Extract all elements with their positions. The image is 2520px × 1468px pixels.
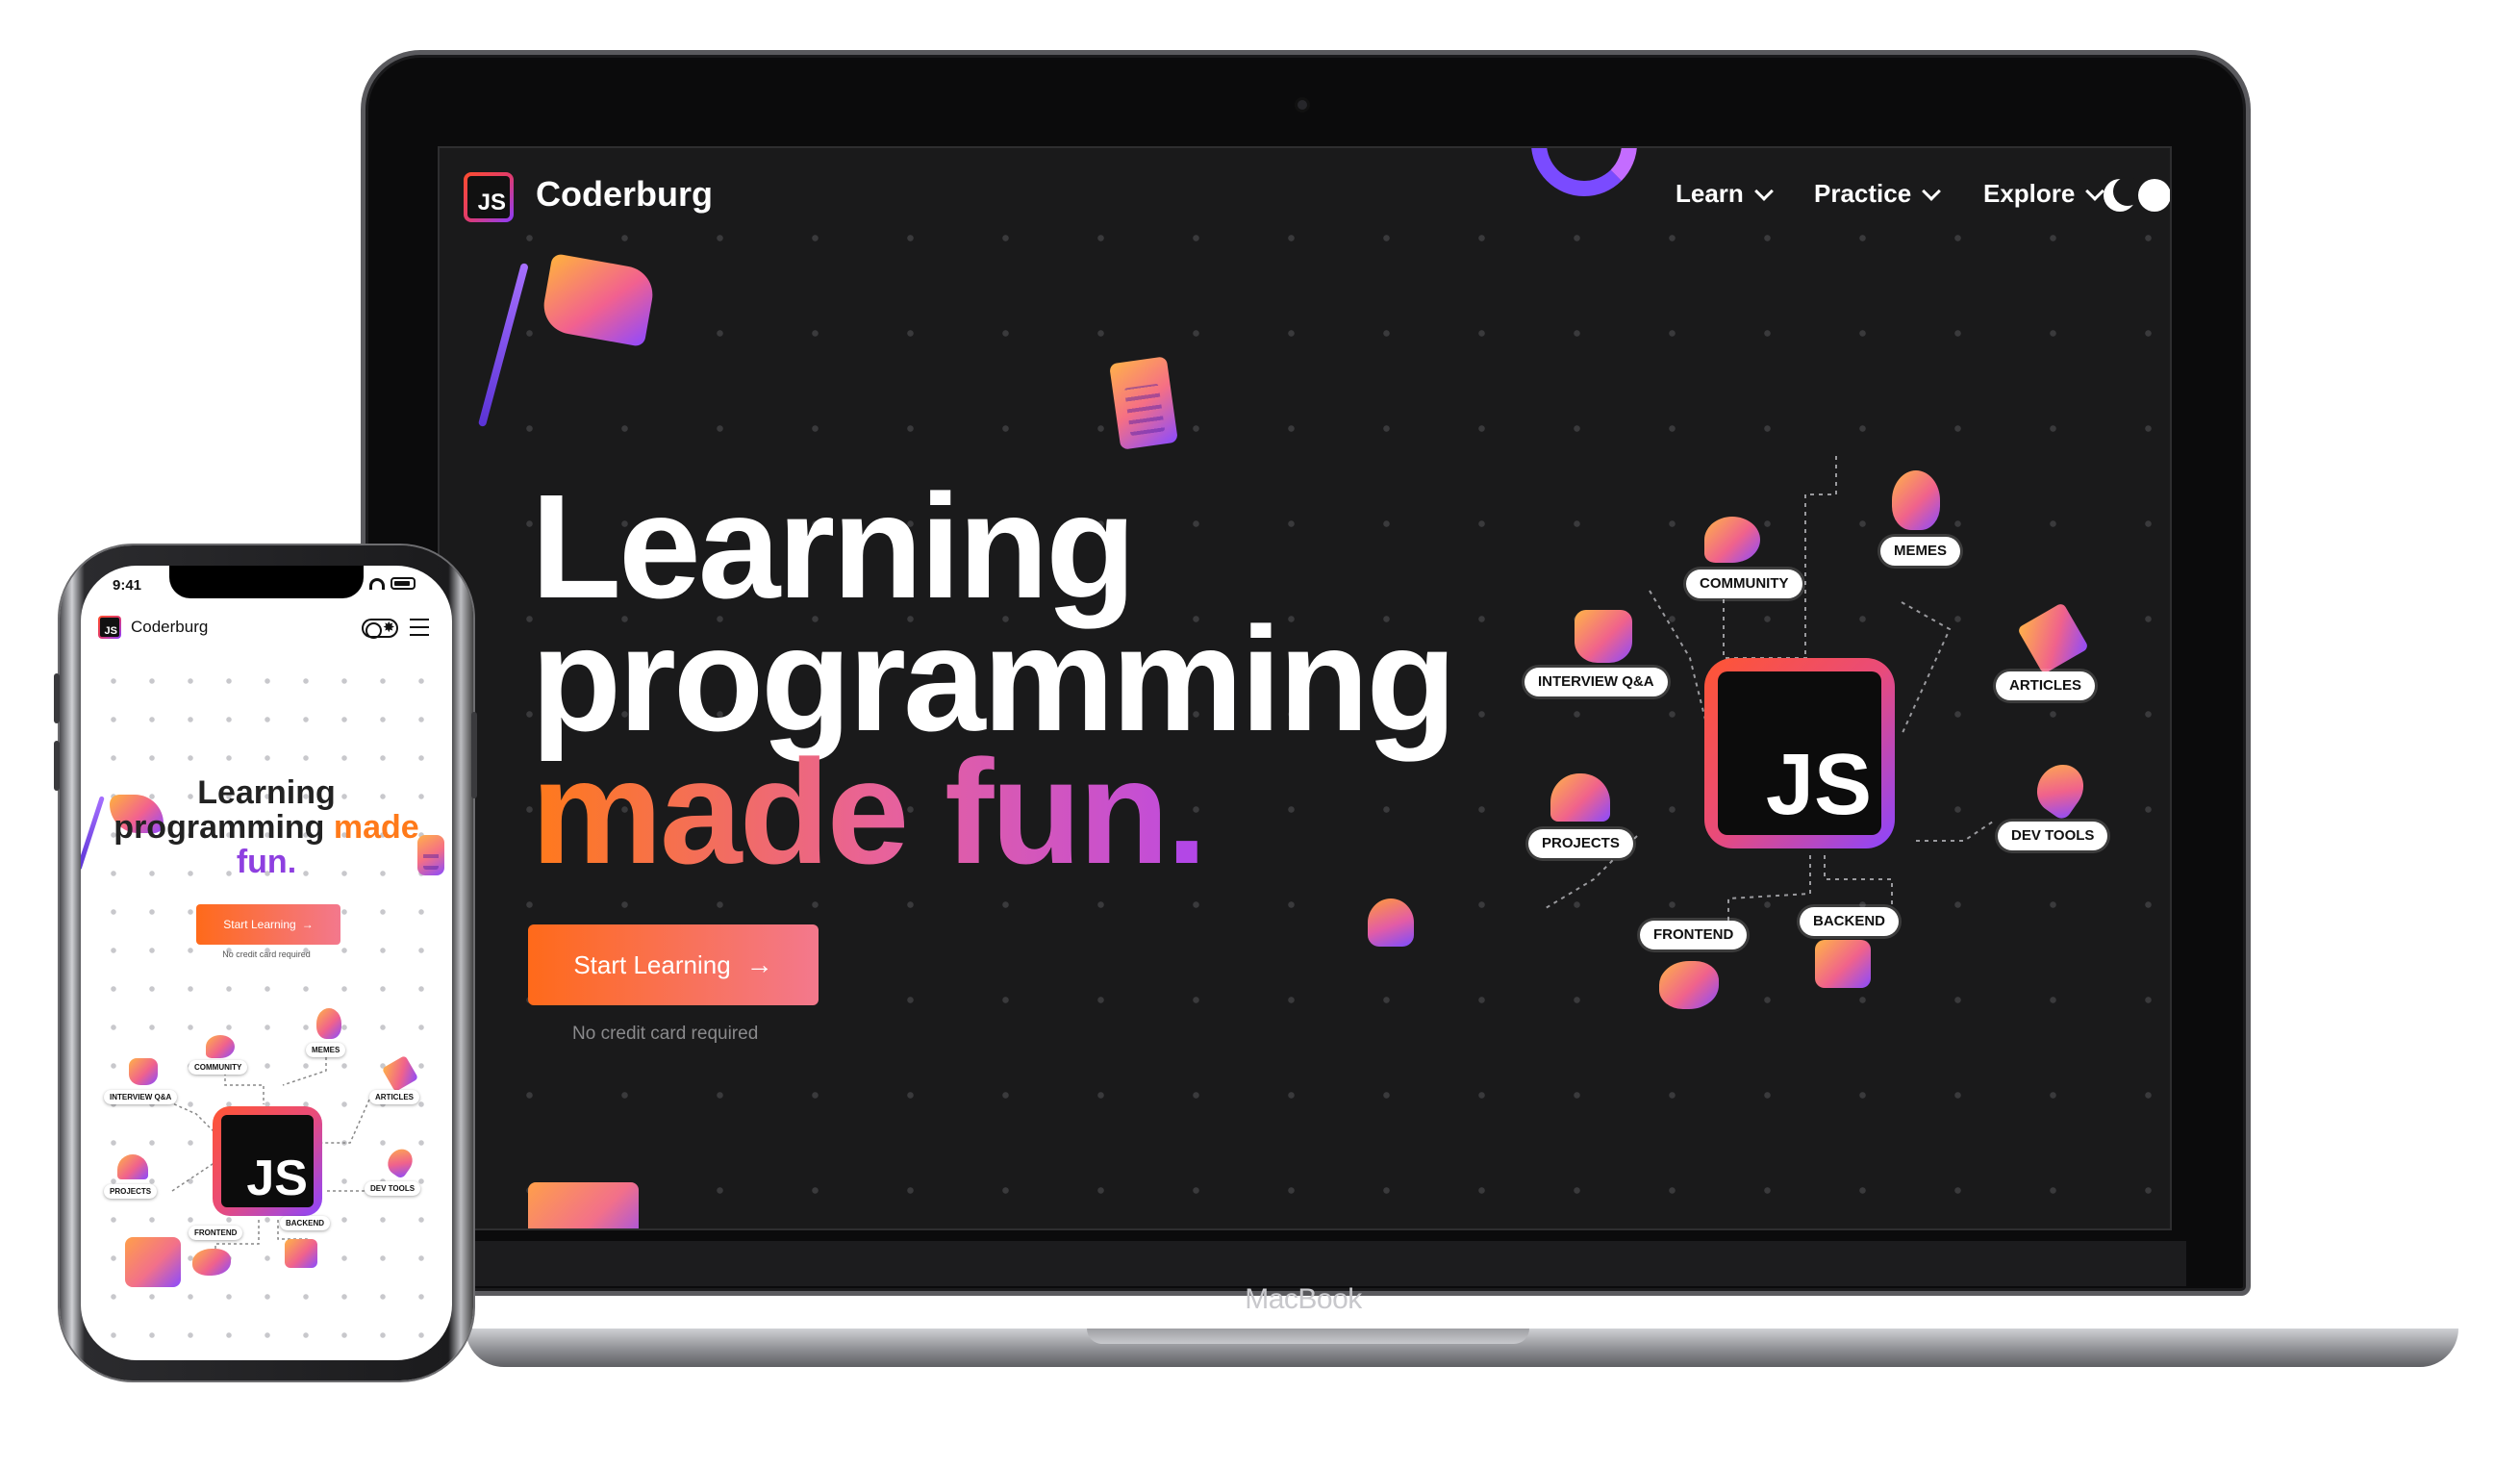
speech-bubble-icon bbox=[206, 1035, 235, 1058]
map-node-articles[interactable]: ARTICLES bbox=[369, 1090, 419, 1104]
map-node-community[interactable]: COMMUNITY bbox=[1686, 569, 1802, 598]
js-center-label: JS bbox=[221, 1115, 314, 1207]
map-node-frontend[interactable]: FRONTEND bbox=[189, 1226, 243, 1240]
laptop-chin bbox=[421, 1241, 2186, 1286]
monitor-icon bbox=[125, 1237, 181, 1287]
js-center-logo[interactable]: JS bbox=[213, 1106, 322, 1216]
map-node-projects[interactable]: PROJECTS bbox=[1528, 829, 1633, 858]
paint-palette-icon bbox=[1659, 961, 1719, 1009]
map-node-memes[interactable]: MEMES bbox=[1880, 537, 1961, 566]
device-mockup-stage: MacBook JS Coderburg Learn Practice Expl… bbox=[0, 0, 2520, 1468]
crown-icon bbox=[1550, 773, 1610, 822]
laptop-camera bbox=[1295, 97, 1310, 113]
flame-icon bbox=[316, 1008, 341, 1039]
laptop-brand-label: MacBook bbox=[1245, 1283, 1362, 1315]
js-center-label: JS bbox=[1718, 671, 1881, 835]
flame-icon bbox=[1892, 470, 1940, 530]
crown-icon bbox=[117, 1154, 148, 1179]
map-node-interview-qa[interactable]: INTERVIEW Q&A bbox=[1525, 668, 1668, 696]
laptop-screen: JS Coderburg Learn Practice Explore Lear… bbox=[438, 146, 2172, 1230]
coffee-cup-icon bbox=[129, 1058, 158, 1085]
map-node-frontend[interactable]: FRONTEND bbox=[1640, 921, 1748, 949]
phone-volume-button bbox=[54, 673, 60, 723]
phone-screen: 9:41 JS Coderburg Learning programming m… bbox=[81, 566, 452, 1360]
map-node-backend[interactable]: BACKEND bbox=[280, 1216, 330, 1230]
laptop-hinge-notch bbox=[1087, 1329, 1529, 1344]
puzzle-piece-icon bbox=[1815, 940, 1871, 988]
map-node-projects[interactable]: PROJECTS bbox=[104, 1184, 158, 1199]
map-node-dev-tools[interactable]: DEV TOOLS bbox=[1998, 822, 2108, 850]
topic-map-connectors bbox=[1545, 456, 1994, 935]
phone-volume-button bbox=[54, 741, 60, 791]
map-node-community[interactable]: COMMUNITY bbox=[189, 1060, 248, 1075]
map-node-interview-qa[interactable]: INTERVIEW Q&A bbox=[104, 1090, 178, 1104]
puzzle-piece-icon bbox=[285, 1239, 317, 1268]
paint-palette-icon bbox=[192, 1249, 231, 1276]
js-center-logo[interactable]: JS bbox=[1704, 658, 1895, 848]
map-node-dev-tools[interactable]: DEV TOOLS bbox=[365, 1181, 421, 1196]
coffee-cup-icon bbox=[1575, 610, 1632, 663]
map-node-memes[interactable]: MEMES bbox=[306, 1043, 346, 1057]
phone-power-button bbox=[471, 712, 477, 798]
speech-bubble-icon bbox=[1704, 517, 1760, 563]
map-node-articles[interactable]: ARTICLES bbox=[1996, 671, 2095, 700]
map-node-backend[interactable]: BACKEND bbox=[1800, 907, 1899, 936]
